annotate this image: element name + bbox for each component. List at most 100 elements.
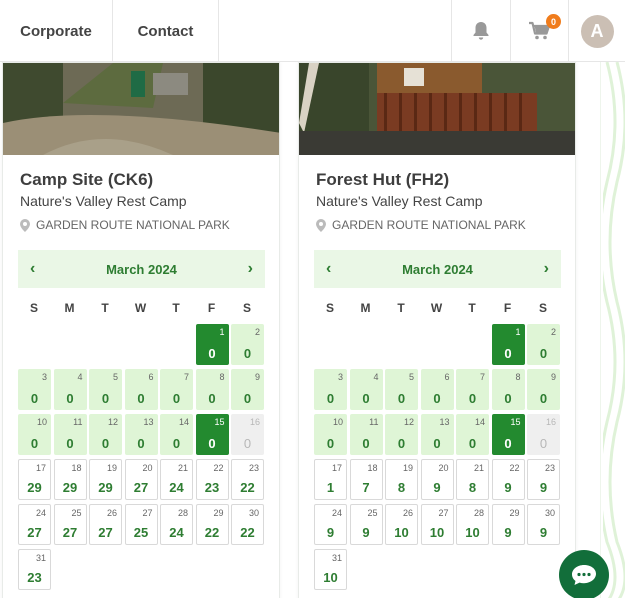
availability-count: 10 <box>394 525 409 540</box>
calendar-day-cell[interactable]: 19 29 <box>89 459 122 500</box>
calendar-header: ‹ March 2024 › <box>18 250 265 288</box>
calendar-day-cell[interactable]: 21 8 <box>456 459 489 500</box>
calendar-day-cell[interactable]: 25 9 <box>349 504 383 545</box>
next-card-edge <box>600 62 625 598</box>
day-number: 4 <box>373 372 379 382</box>
calendar-day-cell[interactable]: 24 27 <box>18 504 51 545</box>
prev-month-chevron-icon[interactable]: ‹ <box>30 260 35 278</box>
availability-count: 0 <box>539 346 548 361</box>
calendar-day-cell[interactable]: 25 27 <box>53 504 87 545</box>
calendar-day-cell[interactable]: 15 0 <box>491 414 525 455</box>
calendar-day-cell[interactable]: 19 8 <box>385 459 418 500</box>
notifications-button[interactable] <box>451 0 510 62</box>
weekday-label: F <box>207 301 216 315</box>
user-menu-button[interactable]: A <box>568 0 625 62</box>
calendar-day-cell[interactable]: 29 9 <box>491 504 525 545</box>
day-number: 26 <box>106 508 117 518</box>
calendar-day-cell[interactable]: 18 29 <box>53 459 87 500</box>
calendar-day-cell[interactable]: 50 <box>89 369 122 410</box>
calendar-day-cell[interactable]: 40 <box>53 369 87 410</box>
availability-count: 0 <box>243 436 252 451</box>
calendar-month-label: March 2024 <box>402 261 473 277</box>
calendar-day-cell: 16 0 <box>231 414 264 455</box>
nav-contact-link[interactable]: Contact <box>113 0 219 62</box>
calendar-day-cell[interactable]: 90 <box>527 369 560 410</box>
calendar-day-cell[interactable]: 30 <box>18 369 51 410</box>
calendar-day-cell[interactable]: 12 0 <box>89 414 122 455</box>
calendar-day-cell[interactable]: 10 0 <box>18 414 51 455</box>
availability-count: 10 <box>429 525 445 540</box>
next-month-chevron-icon[interactable]: › <box>544 260 549 278</box>
calendar-day-cell[interactable]: 17 1 <box>314 459 347 500</box>
day-number: 28 <box>473 508 484 518</box>
calendar-day-cell[interactable]: 28 24 <box>160 504 193 545</box>
calendar-day-cell[interactable]: 27 25 <box>124 504 158 545</box>
calendar-day-cell[interactable]: 31 10 <box>314 549 347 590</box>
availability-count: 0 <box>362 391 370 406</box>
card-subtitle: Nature's Valley Rest Camp <box>316 193 483 209</box>
calendar-day-cell[interactable]: 60 <box>124 369 158 410</box>
calendar-day-cell[interactable]: 14 0 <box>160 414 193 455</box>
availability-count: 29 <box>62 480 78 495</box>
cart-button[interactable]: 0 <box>510 0 568 62</box>
calendar-day-cell[interactable]: 80 <box>491 369 525 410</box>
calendar-day-cell[interactable]: 40 <box>349 369 383 410</box>
day-number: 19 <box>402 463 413 473</box>
calendar-day-cell[interactable]: 90 <box>231 369 264 410</box>
calendar-day-cell[interactable]: 26 10 <box>385 504 418 545</box>
calendar-day-cell: 16 0 <box>527 414 560 455</box>
calendar-day-cell[interactable]: 80 <box>195 369 229 410</box>
calendar-day-cell[interactable]: 26 27 <box>89 504 122 545</box>
calendar-day-cell[interactable]: 10 <box>195 324 229 365</box>
calendar-day-cell[interactable]: 70 <box>160 369 193 410</box>
calendar-day-cell[interactable]: 12 0 <box>385 414 418 455</box>
calendar-day-cell[interactable]: 10 <box>491 324 525 365</box>
calendar-day-cell[interactable]: 27 10 <box>420 504 454 545</box>
availability-count: 0 <box>539 436 548 451</box>
calendar-day-cell[interactable]: 50 <box>385 369 418 410</box>
calendar-day-cell[interactable]: 21 24 <box>160 459 193 500</box>
prev-month-chevron-icon[interactable]: ‹ <box>326 260 331 278</box>
calendar-day-cell[interactable]: 13 0 <box>420 414 454 455</box>
calendar-day-cell[interactable]: 11 0 <box>53 414 87 455</box>
accommodation-card-camp-site[interactable]: Camp Site (CK6) Nature's Valley Rest Cam… <box>2 62 280 598</box>
availability-count: 0 <box>172 436 181 451</box>
calendar-day-cell[interactable]: 15 0 <box>195 414 229 455</box>
calendar-day-cell[interactable]: 11 0 <box>349 414 383 455</box>
card-title[interactable]: Camp Site (CK6) <box>20 170 153 190</box>
calendar-day-cell[interactable]: 70 <box>456 369 489 410</box>
calendar-day-cell[interactable]: 18 7 <box>349 459 383 500</box>
calendar-day-cell[interactable]: 31 23 <box>18 549 51 590</box>
availability-count: 24 <box>169 480 184 495</box>
calendar-day-cell[interactable]: 22 9 <box>491 459 525 500</box>
card-title[interactable]: Forest Hut (FH2) <box>316 170 449 190</box>
availability-count: 0 <box>101 391 110 406</box>
calendar-month-label: March 2024 <box>106 261 177 277</box>
calendar-day-cell[interactable]: 13 0 <box>124 414 158 455</box>
day-number: 23 <box>248 463 259 473</box>
accommodation-card-forest-hut[interactable]: Forest Hut (FH2) Nature's Valley Rest Ca… <box>298 62 576 598</box>
calendar-day-cell[interactable]: 23 22 <box>231 459 264 500</box>
next-month-chevron-icon[interactable]: › <box>248 260 253 278</box>
calendar-day-cell[interactable]: 30 22 <box>231 504 264 545</box>
calendar-day-cell[interactable]: 30 <box>314 369 347 410</box>
calendar-day-cell[interactable]: 17 29 <box>18 459 51 500</box>
calendar-day-cell[interactable]: 28 10 <box>456 504 489 545</box>
calendar-day-cell[interactable]: 20 <box>527 324 560 365</box>
day-number: 11 <box>369 417 379 427</box>
calendar-day-cell[interactable]: 30 9 <box>527 504 560 545</box>
calendar-day-cell[interactable]: 29 22 <box>195 504 229 545</box>
calendar-day-cell[interactable]: 20 <box>231 324 264 365</box>
nav-corporate-link[interactable]: Corporate <box>0 0 113 62</box>
calendar-day-cell[interactable]: 20 27 <box>124 459 158 500</box>
availability-count: 0 <box>30 436 39 451</box>
calendar-day-cell[interactable]: 24 9 <box>314 504 347 545</box>
calendar-day-cell[interactable]: 14 0 <box>456 414 489 455</box>
calendar-day-cell[interactable]: 10 0 <box>314 414 347 455</box>
calendar-day-cell[interactable]: 23 9 <box>527 459 560 500</box>
calendar-day-cell[interactable]: 22 23 <box>195 459 229 500</box>
availability-count: 22 <box>204 525 220 540</box>
calendar-day-cell[interactable]: 60 <box>420 369 454 410</box>
chat-button[interactable] <box>559 550 609 598</box>
calendar-day-cell[interactable]: 20 9 <box>420 459 454 500</box>
